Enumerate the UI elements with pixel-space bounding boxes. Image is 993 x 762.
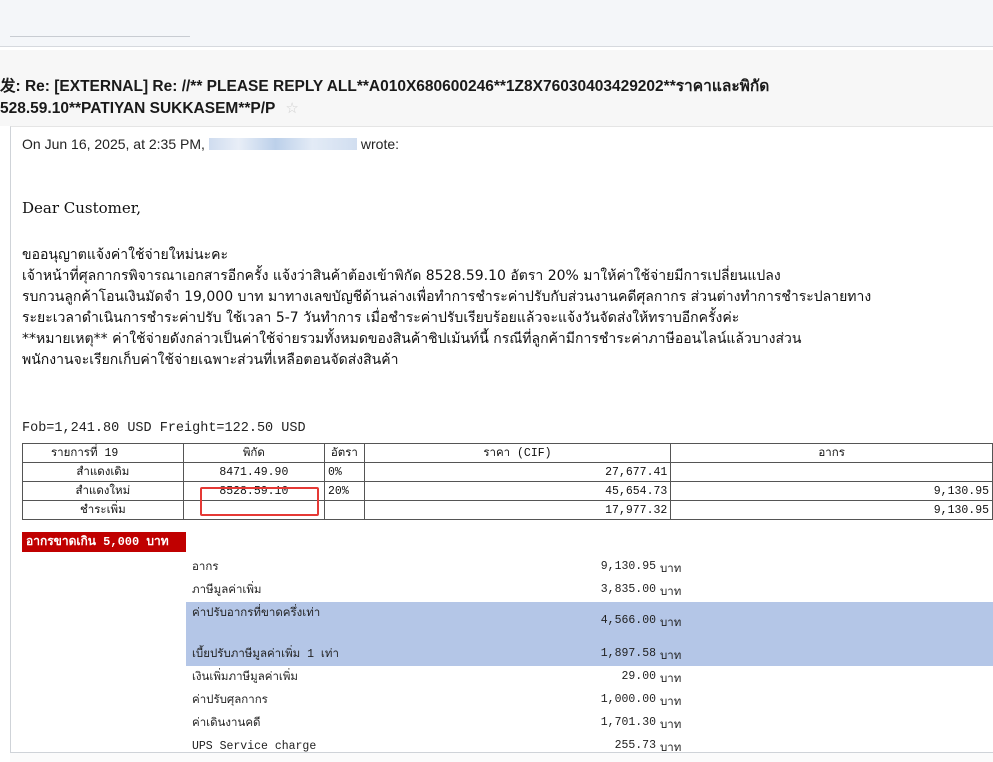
- summary-amount: 1,701.30: [600, 716, 656, 729]
- top-toolbar: [0, 0, 993, 47]
- header-duty: อากร: [670, 443, 993, 463]
- cell-cif: 45,654.73: [363, 481, 672, 501]
- summary-row: ค่าเดินงานคดี 1,701.30 บาท: [186, 712, 993, 735]
- highlight-box: [200, 487, 319, 516]
- greeting: Dear Customer,: [22, 199, 142, 217]
- cell-item: สำแดงเดิม: [22, 462, 184, 482]
- toolbar-divider: [10, 36, 190, 44]
- summary-label: ค่าเดินงานคดี: [192, 717, 261, 730]
- cell-duty: 9,130.95: [670, 500, 993, 520]
- charges-summary: อากร 9,130.95 บาท ภาษีมูลค่าเพิ่ม 3,835.…: [186, 556, 993, 758]
- cell-cif: 27,677.41: [363, 462, 672, 482]
- table-row: ชำระเพิ่ม 17,977.32 9,130.95: [22, 500, 993, 520]
- cell-duty: [670, 462, 993, 482]
- header-cif: ราคา (CIF): [363, 443, 672, 463]
- cell-item: ชำระเพิ่ม: [22, 500, 184, 520]
- header-tariff: พิกัด: [182, 443, 326, 463]
- header-item: รายการที่ 19: [22, 443, 184, 463]
- quote-date: On Jun 16, 2025, at 2:35 PM,: [22, 136, 205, 152]
- cell-rate: 0%: [324, 462, 365, 482]
- cell-cif: 17,977.32: [363, 500, 672, 520]
- summary-row: ค่าปรับศุลกากร 1,000.00 บาท: [186, 689, 993, 712]
- summary-row: ค่าปรับอากรที่ขาดครึ่งเท่า 4,566.00 บาท: [186, 602, 993, 643]
- summary-label: ค่าปรับศุลกากร: [192, 694, 268, 707]
- summary-label: อากร: [192, 561, 219, 574]
- message-line: ระยะเวลาดำเนินการชำระค่าปรับ ใช้เวลา 5-7…: [22, 310, 740, 326]
- summary-amount: 1,897.58: [600, 647, 656, 660]
- summary-label: เงินเพิ่มภาษีมูลค่าเพิ่ม: [192, 671, 298, 684]
- message-line: รบกวนลูกค้าโอนเงินมัดจำ 19,000 บาท มาทาง…: [22, 289, 872, 305]
- cell-tariff: 8471.49.90: [182, 462, 326, 482]
- summary-unit: บาท: [660, 586, 682, 599]
- summary-row: ภาษีมูลค่าเพิ่ม 3,835.00 บาท: [186, 579, 993, 602]
- message-line: ขออนุญาตแจ้งค่าใช้จ่ายใหม่นะคะ: [22, 247, 229, 263]
- message-line: เจ้าหน้าที่ศุลกากรพิจารณาเอกสารอีกครั้ง …: [22, 268, 781, 284]
- email-subject: 发: Re: [EXTERNAL] Re: //** PLEASE REPLY …: [0, 76, 900, 120]
- subject-line-1: 发: Re: [EXTERNAL] Re: //** PLEASE REPLY …: [0, 78, 770, 95]
- cell-item: สำแดงใหม่: [22, 481, 184, 501]
- message-line: **หมายเหตุ** ค่าใช้จ่ายดังกล่าวเป็นค่าใช…: [22, 331, 802, 347]
- summary-unit: บาท: [660, 617, 682, 630]
- summary-amount: 1,000.00: [600, 693, 656, 706]
- summary-amount: 4,566.00: [600, 614, 656, 627]
- summary-amount: 3,835.00: [600, 583, 656, 596]
- message-text: ขออนุญาตแจ้งค่าใช้จ่ายใหม่นะคะ เจ้าหน้าท…: [22, 245, 990, 371]
- duty-alert-badge: อากรขาดเกิน 5,000 บาท: [22, 532, 186, 552]
- quote-wrote: wrote:: [360, 136, 400, 152]
- summary-row: เบี้ยปรับภาษีมูลค่าเพิ่ม 1 เท่า 1,897.58…: [186, 643, 993, 666]
- cell-duty: 9,130.95: [670, 481, 993, 501]
- summary-unit: บาท: [660, 696, 682, 709]
- summary-label: ภาษีมูลค่าเพิ่ม: [192, 584, 262, 597]
- summary-label: ค่าปรับอากรที่ขาดครึ่งเท่า: [192, 607, 321, 620]
- star-icon[interactable]: ☆: [285, 100, 298, 117]
- summary-unit: บาท: [660, 650, 682, 663]
- cell-rate: 20%: [324, 481, 365, 501]
- summary-row: เงินเพิ่มภาษีมูลค่าเพิ่ม 29.00 บาท: [186, 666, 993, 689]
- header-rate: อัตรา: [324, 443, 365, 463]
- table-row: สำแดงใหม่ 8528.59.10 20% 45,654.73 9,130…: [22, 481, 993, 501]
- summary-unit: บาท: [660, 719, 682, 732]
- tariff-table: รายการที่ 19 พิกัด อัตรา ราคา (CIF) อากร…: [22, 443, 993, 520]
- message-line: พนักงานจะเรียกเก็บค่าใช้จ่ายเฉพาะส่วนที่…: [22, 352, 399, 368]
- fob-freight-line: Fob=1,241.80 USD Freight=122.50 USD: [22, 421, 306, 436]
- scroll-edge: [10, 752, 993, 762]
- cell-rate: [324, 500, 365, 520]
- summary-amount: 255.73: [614, 739, 656, 752]
- summary-amount: 29.00: [621, 670, 656, 683]
- quote-header: On Jun 16, 2025, at 2:35 PM, wrote:: [22, 136, 399, 152]
- table-header-row: รายการที่ 19 พิกัด อัตรา ราคา (CIF) อากร: [22, 443, 993, 463]
- redacted-sender: [208, 138, 357, 150]
- summary-label: เบี้ยปรับภาษีมูลค่าเพิ่ม 1 เท่า: [192, 648, 339, 661]
- summary-unit: บาท: [660, 673, 682, 686]
- summary-amount: 9,130.95: [600, 560, 656, 573]
- table-row: สำแดงเดิม 8471.49.90 0% 27,677.41: [22, 462, 993, 482]
- subject-line-2: 528.59.10**PATIYAN SUKKASEM**P/P: [0, 100, 276, 117]
- summary-row: อากร 9,130.95 บาท: [186, 556, 993, 579]
- summary-unit: บาท: [660, 563, 682, 576]
